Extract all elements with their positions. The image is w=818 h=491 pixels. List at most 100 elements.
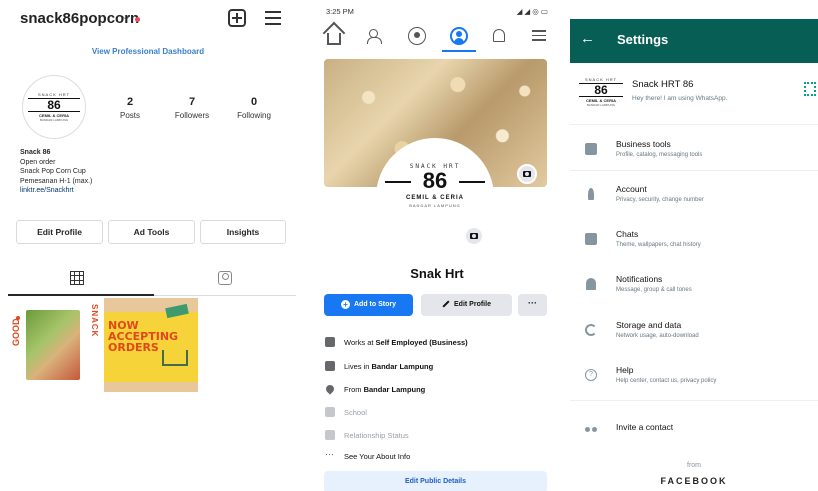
active-tab-indicator bbox=[8, 294, 154, 296]
house-icon bbox=[325, 361, 335, 371]
professional-dashboard-link[interactable]: View Professional Dashboard bbox=[0, 47, 296, 56]
settings-item-business-tools[interactable]: Business tools Profile, catalog, messagi… bbox=[570, 137, 818, 177]
about-text: Lives in Bandar Lampung bbox=[344, 362, 433, 371]
profile-row[interactable]: SNACK HRT 86 CEMIL & CERIA BANDAR LAMPUN… bbox=[570, 66, 818, 122]
settings-header: ← Settings bbox=[570, 19, 818, 63]
avatar[interactable]: SNACK HRT 86 CEMIL & CERIA BANDAR LAMPUN… bbox=[578, 72, 624, 112]
snack-photo bbox=[26, 310, 80, 380]
logo-sub: BANDAR LAMPUNG bbox=[586, 103, 616, 107]
bio-name: Snack 86 bbox=[20, 149, 51, 156]
ad-tools-button[interactable]: Ad Tools bbox=[108, 220, 195, 244]
see-about-info[interactable]: ··· See Your About Info bbox=[324, 449, 554, 465]
post-headline: NOW ACCEPTING ORDERS bbox=[108, 320, 178, 353]
home-icon[interactable] bbox=[327, 33, 341, 45]
friends-icon[interactable] bbox=[366, 27, 384, 45]
insights-button[interactable]: Insights bbox=[200, 220, 286, 244]
stat-label: Posts bbox=[119, 111, 140, 120]
heart-icon bbox=[325, 430, 335, 440]
bio-line: Snack Pop Corn Cup bbox=[20, 168, 86, 175]
help-icon: ? bbox=[585, 369, 597, 381]
notifications-icon[interactable] bbox=[490, 27, 508, 45]
about-relationship[interactable]: Relationship Status bbox=[324, 430, 554, 444]
grid-icon[interactable] bbox=[70, 271, 84, 285]
divider bbox=[570, 124, 818, 125]
edit-profile-button[interactable]: Edit Profile bbox=[16, 220, 103, 244]
edit-public-details-button[interactable]: Edit Public Details bbox=[324, 471, 547, 491]
about-prefix: From bbox=[344, 385, 364, 394]
profile-tabs bbox=[0, 265, 296, 297]
stat-value: 7 bbox=[188, 96, 196, 108]
avatar-logo: SNACK HRT 86 CEMIL & CERIA BANDAR LAMPUN… bbox=[579, 77, 623, 107]
whatsapp-settings-panel: ← Settings SNACK HRT 86 CEMIL & CERIA BA… bbox=[570, 0, 818, 491]
about-text: See Your About Info bbox=[344, 452, 411, 461]
following-count[interactable]: 0 Following bbox=[224, 96, 284, 120]
profile-status: Hey there! I am using WhatsApp. bbox=[632, 95, 728, 102]
logo-number: 86 bbox=[579, 83, 623, 97]
posts-count[interactable]: 2 Posts bbox=[100, 96, 160, 120]
item-title: Business tools bbox=[616, 139, 671, 149]
menu-icon[interactable] bbox=[530, 27, 548, 45]
about-work[interactable]: Works at Self Employed (Business) bbox=[324, 337, 554, 351]
tagged-photos-icon[interactable] bbox=[218, 271, 232, 285]
item-title: Chats bbox=[616, 229, 639, 239]
divider bbox=[570, 170, 818, 171]
instagram-header: snack86popcorn ⌵ bbox=[0, 0, 296, 38]
settings-item-chats[interactable]: Chats Theme, wallpapers, chat history bbox=[570, 227, 818, 267]
item-title: Invite a contact bbox=[616, 422, 674, 432]
invite-contact-row[interactable]: Invite a contact bbox=[570, 420, 818, 460]
about-value: Bandar Lampung bbox=[363, 385, 426, 394]
chat-icon bbox=[585, 233, 597, 245]
more-dots-icon: ··· bbox=[325, 449, 334, 459]
avatar-logo: SNACK HRT 86 CEMIL & CERIA BANDAR LAMPUN… bbox=[28, 92, 80, 122]
pencil-icon bbox=[442, 300, 450, 308]
camera-icon[interactable] bbox=[464, 226, 484, 246]
chevron-down-icon[interactable]: ⌵ bbox=[122, 11, 130, 24]
bio-link[interactable]: linktr.ee/Snackhrt bbox=[20, 186, 92, 196]
edit-profile-button[interactable]: Edit Profile bbox=[421, 294, 512, 316]
settings-item-notifications[interactable]: Notifications Message, group & call tone… bbox=[570, 272, 818, 312]
about-from[interactable]: From Bandar Lampung bbox=[324, 383, 554, 398]
more-options-button[interactable]: ··· bbox=[518, 294, 547, 316]
logo-top-text: SNACK HRT bbox=[37, 92, 71, 97]
logo-sub: BANDAR LAMPUNG bbox=[409, 203, 461, 208]
active-tab-indicator bbox=[442, 50, 476, 52]
plus-icon: + bbox=[341, 299, 350, 309]
logo-sub: BANDAR LAMPUNG bbox=[39, 118, 69, 122]
data-usage-icon bbox=[585, 324, 597, 336]
from-label: from bbox=[687, 462, 701, 469]
post-thumbnail[interactable]: NOW ACCEPTING ORDERS bbox=[104, 298, 198, 392]
about-text: Works at Self Employed (Business) bbox=[344, 338, 468, 347]
key-icon bbox=[588, 188, 594, 200]
about-lives[interactable]: Lives in Bandar Lampung bbox=[324, 361, 554, 375]
settings-item-account[interactable]: Account Privacy, security, change number bbox=[570, 182, 818, 222]
camera-icon[interactable] bbox=[517, 164, 537, 184]
stat-value: 0 bbox=[250, 96, 258, 108]
followers-count[interactable]: 7 Followers bbox=[162, 96, 222, 120]
groups-icon[interactable] bbox=[408, 27, 426, 45]
about-value: Bandar Lampung bbox=[371, 362, 434, 371]
back-arrow-icon[interactable]: ← bbox=[580, 31, 595, 47]
about-school[interactable]: School bbox=[324, 407, 554, 421]
about-text: Relationship Status bbox=[344, 431, 409, 440]
settings-item-help[interactable]: ? Help Help center, contact us, privacy … bbox=[570, 363, 818, 403]
briefcase-icon bbox=[325, 337, 335, 347]
profile-icon[interactable] bbox=[450, 27, 468, 45]
people-icon bbox=[585, 426, 597, 438]
add-to-story-button[interactable]: + Add to Story bbox=[324, 294, 413, 316]
stat-value: 2 bbox=[126, 96, 134, 108]
tab-divider bbox=[154, 295, 296, 296]
bell-icon bbox=[586, 278, 596, 290]
stat-label: Following bbox=[237, 111, 271, 120]
about-prefix: Works at bbox=[344, 338, 376, 347]
hamburger-menu-icon[interactable] bbox=[265, 11, 281, 25]
item-subtitle: Help center, contact us, privacy policy bbox=[616, 378, 717, 384]
create-post-icon[interactable] bbox=[228, 9, 246, 27]
avatar[interactable]: SNACK HRT 86 CEMIL & CERIA BANDAR LAMPUN… bbox=[22, 75, 86, 139]
logo-number: 86 bbox=[28, 98, 80, 112]
settings-item-storage[interactable]: Storage and data Network usage, auto-dow… bbox=[570, 318, 818, 358]
qr-code-icon[interactable] bbox=[804, 82, 816, 96]
store-icon bbox=[585, 143, 597, 155]
stat-label: Followers bbox=[174, 111, 210, 120]
post-thumbnail[interactable]: GOOD SNACK bbox=[10, 298, 104, 392]
item-subtitle: Profile, catalog, messaging tools bbox=[616, 152, 703, 158]
